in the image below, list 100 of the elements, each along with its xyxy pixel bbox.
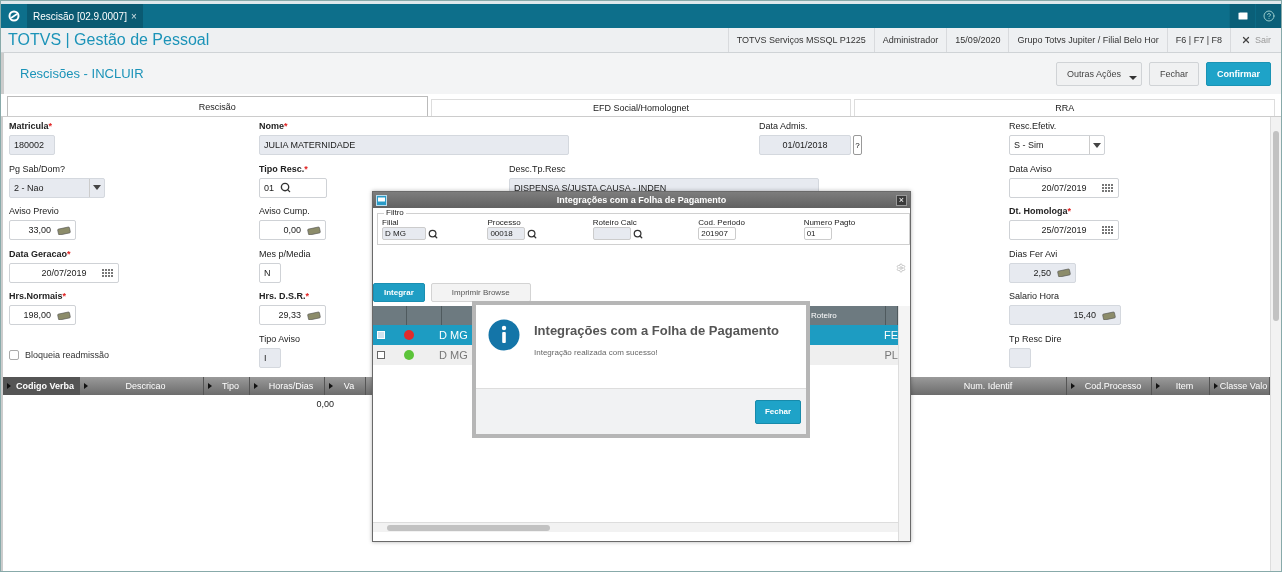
tab[interactable]: RRA [854,99,1275,116]
input-field[interactable]: 15,40 [1009,305,1121,325]
input-field[interactable]: 01 [259,177,327,198]
close-icon[interactable] [1241,35,1251,45]
money-icon[interactable] [307,310,321,320]
window-icon [376,194,387,206]
field-label: Roteiro Calc [592,218,638,227]
mail-icon[interactable] [1236,10,1249,22]
header-info: Administrador [873,28,947,52]
input-field[interactable]: 29,33 [259,305,326,325]
table-cell-text: 0,00 [315,399,334,409]
group-legend: Filtro [384,208,406,217]
arrow-icon [84,383,88,389]
input-field[interactable]: 01 [803,227,832,240]
input-field[interactable]: D MG [382,227,426,240]
table-cell: D MG [439,349,468,361]
field-label: Aviso Previo [9,206,59,217]
message-title: Integrações com a Folha de Pagamento [534,323,779,338]
tab[interactable]: EFD Social/Homolognet [430,99,852,116]
logo-icon[interactable] [8,10,20,22]
header-info: Grupo Totvs Jupiter / Filial Belo Hor [1008,28,1167,52]
field-label: Data Aviso [1009,163,1052,175]
calendar-icon[interactable] [1102,226,1113,235]
input-field[interactable]: N [259,262,281,283]
input-field[interactable]: 20/07/2019 [1009,177,1119,198]
field-label: Filial [382,218,400,227]
arrow-icon [1071,383,1075,389]
input-field[interactable]: I [259,347,281,368]
dialog-button[interactable]: Imprimir Browse [430,283,531,302]
money-icon[interactable] [57,310,71,320]
input-field[interactable]: 01/01/2018 [759,135,851,155]
scrollbar[interactable] [373,522,898,532]
checkbox[interactable] [377,351,385,359]
input-field[interactable]: 198,00 [9,305,76,325]
table-cell: FE [883,329,898,341]
action-button[interactable]: Fechar [1148,61,1199,86]
money-icon[interactable] [307,225,321,235]
input-field[interactable]: 0,00 [259,220,326,240]
column-header[interactable]: Descricao [80,377,204,395]
field-label: Tp Resc Dire [1009,333,1062,345]
column-header[interactable]: Codigo Verba [3,377,80,395]
money-icon[interactable] [57,225,71,235]
action-button[interactable]: Outras Ações [1055,61,1142,86]
table-cell: PL [884,349,898,361]
search-icon[interactable] [632,228,643,239]
arrow-icon [254,383,258,389]
help-icon[interactable] [1262,10,1275,22]
arrow-icon [7,383,11,389]
column-header[interactable]: Horas/Dias [250,377,325,395]
field-label: Desc.Tp.Resc [509,163,566,175]
arrow-icon [1156,383,1160,389]
field-label: Numero Pagto [803,218,857,227]
header-info: TOTVS Serviços MSSQL P1225 [727,28,874,52]
dialog-title: Integrações com a Folha de Pagamento [555,195,728,205]
input-field[interactable]: 180002 [9,135,55,155]
input-field[interactable]: 00018 [487,227,526,240]
arrow-icon [1214,383,1218,389]
tab[interactable]: Rescisão [7,96,428,116]
table-cell: D MG [439,329,468,341]
money-icon[interactable] [1057,268,1071,277]
scrollbar[interactable] [898,306,910,541]
arrow-icon [208,383,212,389]
input-field[interactable]: 20/07/2019 [9,262,119,283]
field-label: Dt. Homologa* [1009,206,1071,217]
select-field[interactable]: S - Sim [1009,135,1105,155]
column-header[interactable]: Cod.Processo [1067,377,1152,395]
field-label: Hrs. D.S.R.* [259,291,310,302]
checkbox[interactable] [9,349,19,360]
field-label: Tipo Aviso [259,333,301,345]
search-icon[interactable] [527,228,538,239]
search-icon[interactable] [280,182,291,193]
field-label: Data Geracao* [9,248,71,260]
close-button[interactable]: × [896,194,907,206]
document-tab[interactable]: Rescisão [02.9.0007] × [27,4,143,28]
calendar-icon[interactable] [1102,183,1113,193]
field-label: Resc.Efetiv. [1009,121,1057,132]
input-field[interactable]: 201907 [698,227,737,240]
checkbox-label: Bloqueia readmissão [25,349,110,360]
help-button[interactable]: ? [853,135,862,155]
column-header[interactable]: Item [1152,377,1210,395]
field-label: Cod. Periodo [698,218,746,227]
scrollbar[interactable] [1270,117,1281,374]
scrollbar[interactable] [1270,374,1281,571]
column-header[interactable]: Tipo [204,377,250,395]
input-field[interactable] [592,227,631,240]
input-field[interactable]: 33,00 [9,220,76,240]
field-label: Matricula* [9,121,53,132]
info-icon [488,319,520,351]
arrow-icon [329,383,333,389]
calendar-icon[interactable] [102,268,113,278]
close-icon[interactable]: × [130,10,137,22]
input-field[interactable] [1009,347,1031,368]
field-label: Nome* [259,121,288,132]
select-field[interactable]: 2 - Nao [9,177,105,198]
input-field[interactable]: 2,50 [1009,262,1076,283]
input-field[interactable]: 25/07/2019 [1009,220,1119,240]
column-header[interactable]: Va [325,377,366,395]
money-icon[interactable] [1102,310,1116,320]
search-icon[interactable] [428,228,438,239]
input-field[interactable]: JULIA MATERNIDADE [259,135,569,155]
